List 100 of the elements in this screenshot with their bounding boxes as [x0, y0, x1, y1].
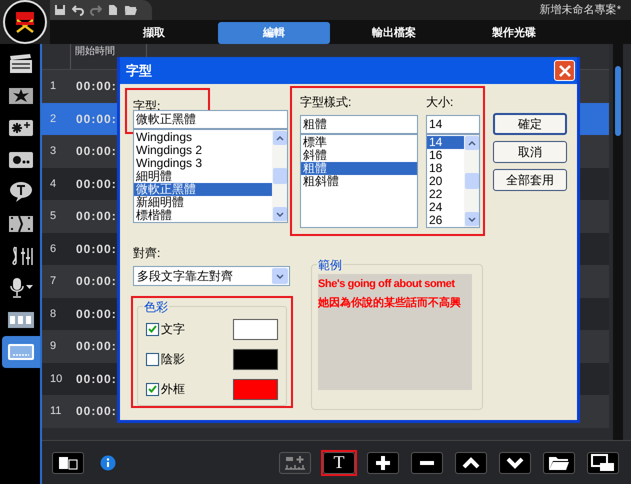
list-option[interactable]: 22: [427, 188, 464, 201]
start-time: 00:00:: [76, 79, 117, 94]
list-option[interactable]: 粗體: [301, 162, 417, 175]
row-number: 8: [49, 306, 58, 322]
folder-icon: [548, 454, 570, 470]
input-field[interactable]: 微軟正黑體: [133, 110, 288, 129]
dialog-button[interactable]: 確定: [493, 113, 567, 135]
font-list[interactable]: Wingdings Wingdings 2 Wingdings 3 細明體 微軟正黑體 新細明體 標楷體: [133, 129, 288, 223]
close-icon: [558, 64, 570, 76]
scrollbar[interactable]: [272, 130, 287, 222]
scrollbar[interactable]: [464, 135, 479, 227]
start-time: 00:00:: [76, 242, 117, 256]
clapper-icon: [8, 54, 34, 74]
dialog-button[interactable]: 取消: [493, 141, 567, 163]
color-swatch[interactable]: [233, 348, 278, 370]
info-icon[interactable]: [100, 454, 116, 470]
director-chair-logo[interactable]: [3, 0, 47, 44]
color-swatch[interactable]: [233, 378, 278, 400]
row-number: 11: [49, 404, 62, 419]
list-option[interactable]: 18: [427, 162, 464, 175]
chevron-down-icon: [506, 456, 524, 468]
folder-icon[interactable]: [124, 4, 138, 16]
color-swatch[interactable]: [233, 318, 278, 340]
start-time: 00:00:: [76, 339, 117, 354]
list-option[interactable]: 微軟正黑體: [134, 183, 272, 196]
dots-icon: [8, 150, 34, 170]
ruler-plus-icon: [283, 454, 307, 470]
list-option[interactable]: 20: [427, 175, 464, 188]
redo-icon[interactable]: [90, 4, 102, 16]
group-title: 範例: [317, 256, 343, 274]
input-field[interactable]: 粗體: [300, 115, 418, 134]
toolbar-button[interactable]: [411, 452, 443, 474]
chevron-up-icon: [462, 456, 480, 468]
field-label: 大小:: [426, 94, 454, 111]
project-title: 新增未命名專案*: [540, 2, 622, 18]
list-option[interactable]: 24: [427, 201, 464, 214]
style-list[interactable]: 標準 斜體 粗體 粗斜體: [300, 134, 418, 228]
list-option[interactable]: 粗斜體: [301, 175, 417, 188]
tab[interactable]: 擷取: [98, 22, 210, 44]
stars-icon: [8, 118, 34, 138]
checkbox[interactable]: 陰影: [146, 350, 185, 368]
number-strip-icon: [7, 310, 35, 330]
list-option[interactable]: 標準: [301, 136, 417, 149]
start-time: 00:00:: [76, 274, 117, 288]
alignment-dropdown[interactable]: 多段文字靠左對齊: [133, 266, 290, 286]
scroll-down-icon: [464, 212, 478, 226]
start-time: 00:00:: [76, 176, 117, 191]
close-button[interactable]: [554, 60, 575, 81]
film-strip-icon: [8, 214, 34, 234]
checkbox[interactable]: 外框: [146, 380, 185, 398]
toolbar-button[interactable]: [455, 452, 487, 474]
checkbox[interactable]: 文字: [146, 320, 185, 338]
tab[interactable]: 編輯: [218, 22, 330, 44]
list-option[interactable]: 26: [427, 214, 464, 227]
toolbar-button[interactable]: T: [323, 452, 355, 474]
tab[interactable]: 製作光碟: [458, 22, 570, 44]
list-option[interactable]: 標楷體: [134, 209, 272, 222]
start-time: 00:00:: [76, 404, 117, 418]
row-number: 4: [49, 176, 58, 192]
row-number: 10: [49, 372, 64, 386]
list-option[interactable]: Wingdings: [134, 131, 272, 144]
row-number: 1: [49, 79, 58, 94]
row-number: 3: [49, 144, 58, 159]
list-option[interactable]: 斜體: [301, 149, 417, 162]
toolbar-button[interactable]: [543, 452, 575, 474]
field-label: 對齊:: [133, 245, 162, 262]
row-number: 5: [49, 209, 58, 224]
checkmark-icon: [148, 385, 157, 393]
save-icon[interactable]: [54, 4, 66, 16]
table-scrollbar[interactable]: [613, 44, 623, 440]
dialog-button[interactable]: 全部套用: [493, 169, 567, 191]
new-file-icon[interactable]: [108, 4, 118, 16]
start-time: 00:00:: [76, 112, 117, 126]
list-option[interactable]: 新細明體: [134, 196, 272, 209]
start-time: 00:00:: [76, 372, 117, 386]
scroll-thumb[interactable]: [464, 173, 478, 189]
start-time: 00:00:: [76, 306, 117, 321]
screens-icon: [591, 454, 615, 472]
screen-mode-button[interactable]: [52, 452, 84, 474]
minus-icon: [419, 460, 435, 466]
toolbar-button[interactable]: [499, 452, 531, 474]
row-number: 2: [49, 112, 58, 126]
list-option[interactable]: 細明體: [134, 170, 272, 183]
toolbar-button[interactable]: [587, 452, 619, 474]
list-option[interactable]: Wingdings 3: [134, 157, 272, 170]
undo-icon[interactable]: [72, 4, 84, 16]
start-time: 00:00:: [76, 144, 117, 158]
toolbar-button[interactable]: [367, 452, 399, 474]
speech-bubble-icon: [8, 181, 34, 203]
list-option[interactable]: 14: [427, 136, 464, 149]
input-field[interactable]: 14: [426, 115, 480, 134]
burst-icon: [8, 86, 34, 106]
start-time: 00:00:: [76, 209, 117, 224]
size-list[interactable]: 14 16 18 20 22 24 26: [426, 134, 480, 228]
row-number: 9: [49, 339, 58, 354]
list-option[interactable]: 16: [427, 149, 464, 162]
field-label: 字型樣式:: [300, 94, 352, 111]
tab[interactable]: 輸出檔案: [338, 22, 450, 44]
scroll-thumb[interactable]: [272, 168, 286, 184]
list-option[interactable]: Wingdings 2: [134, 144, 272, 157]
